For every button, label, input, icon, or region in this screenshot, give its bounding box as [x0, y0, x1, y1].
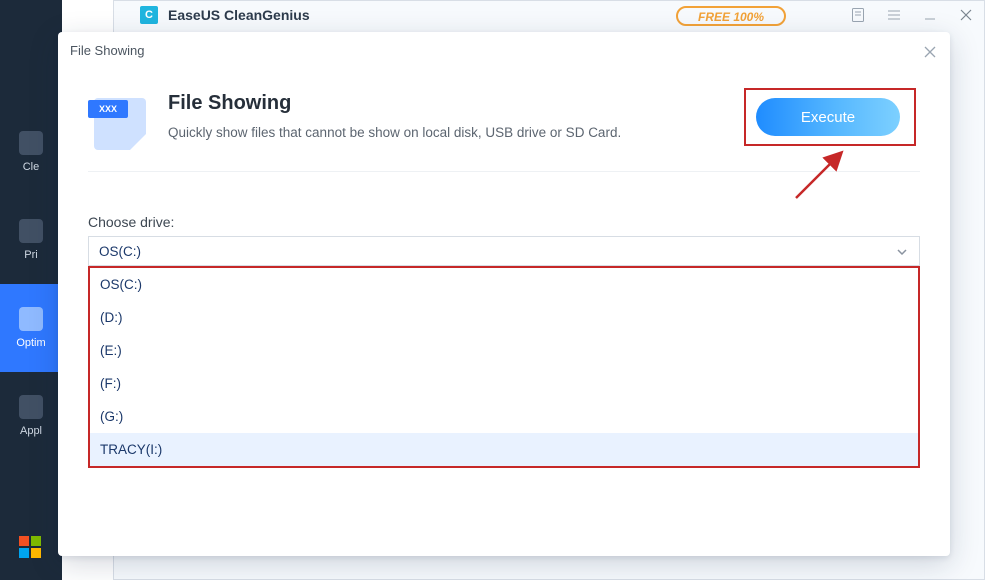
drive-select[interactable]: OS(C:) [88, 236, 920, 266]
sidebar-item-optimize[interactable]: Optim [0, 284, 62, 372]
drive-option[interactable]: OS(C:) [90, 268, 918, 301]
chevron-down-icon [895, 245, 909, 259]
close-icon[interactable] [948, 1, 984, 29]
file-icon: XXX [88, 92, 150, 154]
sidebar-item-label: Optim [16, 337, 45, 349]
drive-option[interactable]: TRACY(I:) [90, 433, 918, 466]
drive-option[interactable]: (E:) [90, 334, 918, 367]
windows-icon [19, 536, 41, 558]
minimize-icon[interactable] [912, 1, 948, 29]
help-icon[interactable] [840, 1, 876, 29]
dialog-heading: File Showing [168, 92, 621, 115]
app-logo: C [140, 6, 158, 24]
app-title: EaseUS CleanGenius [168, 7, 310, 23]
window-controls [840, 1, 984, 29]
drive-option[interactable]: (F:) [90, 367, 918, 400]
dialog-title-small: File Showing [70, 43, 144, 58]
sidebar-item-label: Cle [23, 161, 40, 173]
sidebar-item-cleaner[interactable]: Cle [0, 108, 62, 196]
drive-select-value: OS(C:) [99, 244, 141, 259]
free-badge[interactable]: FREE 100% [676, 6, 786, 26]
annotation-arrow-icon [792, 148, 852, 202]
applications-icon [19, 395, 43, 419]
menu-icon[interactable] [876, 1, 912, 29]
drive-option[interactable]: (G:) [90, 400, 918, 433]
sidebar-item-label: Pri [24, 249, 37, 261]
sidebar-item-privacy[interactable]: Pri [0, 196, 62, 284]
drive-option[interactable]: (D:) [90, 301, 918, 334]
optimize-icon [19, 307, 43, 331]
choose-drive-label: Choose drive: [88, 214, 174, 230]
execute-button[interactable]: Execute [756, 98, 900, 136]
sidebar: Cle Pri Optim Appl [0, 0, 62, 580]
file-showing-dialog: File Showing XXX File Showing Quickly sh… [58, 32, 950, 556]
dialog-close-icon[interactable] [920, 42, 940, 62]
file-icon-badge: XXX [88, 100, 128, 118]
dialog-subheading: Quickly show files that cannot be show o… [168, 125, 621, 140]
privacy-icon [19, 219, 43, 243]
sidebar-item-applications[interactable]: Appl [0, 372, 62, 460]
cleaner-icon [19, 131, 43, 155]
sidebar-item-label: Appl [20, 425, 42, 437]
drive-dropdown: OS(C:) (D:) (E:) (F:) (G:) TRACY(I:) [88, 266, 920, 468]
